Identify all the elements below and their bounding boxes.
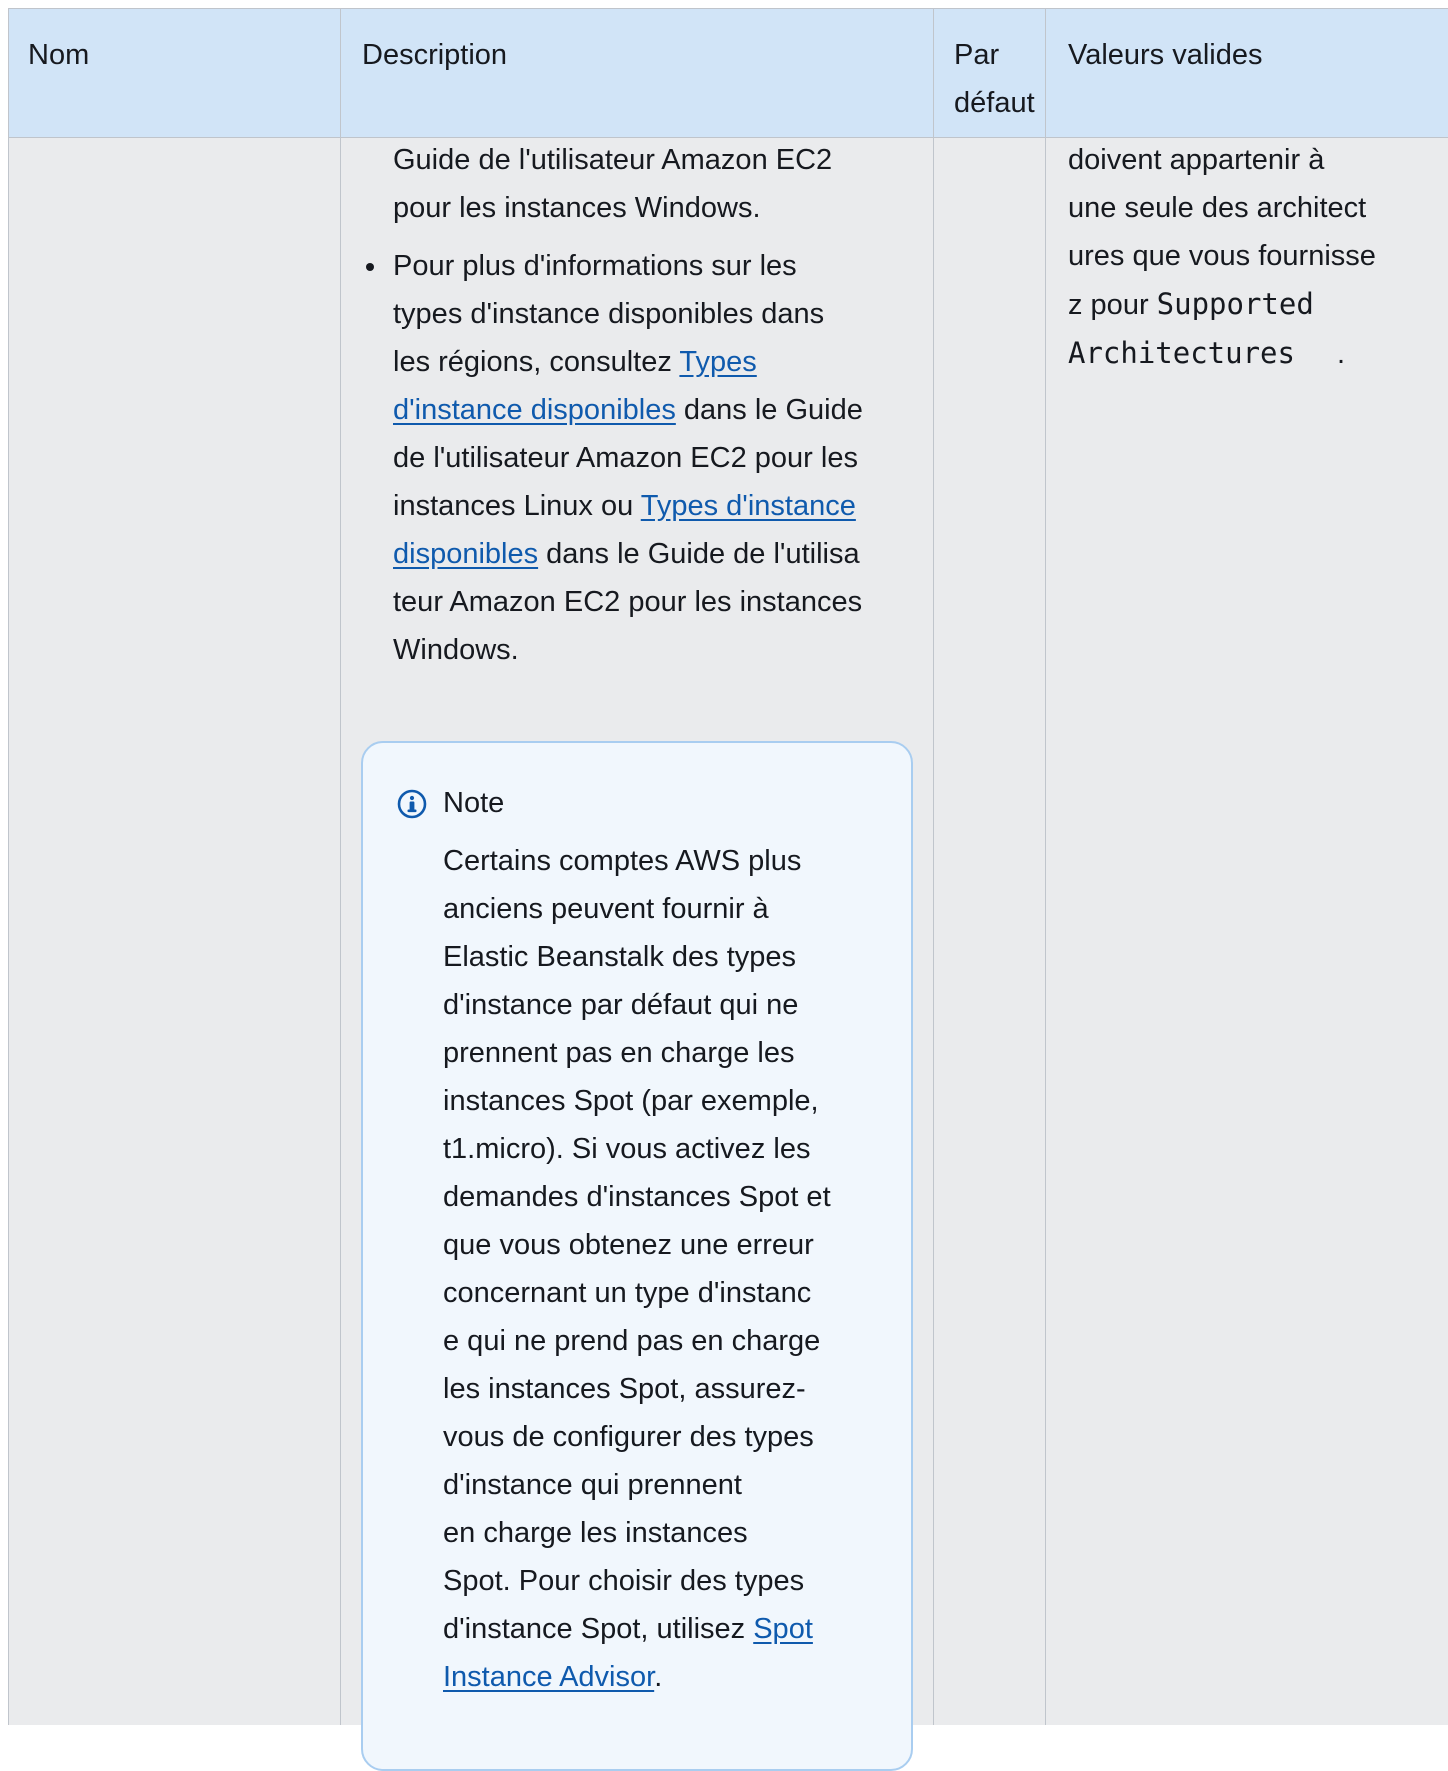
note-title: Note: [443, 787, 505, 819]
types-instance-link[interactable]: d'instance disponibles: [393, 394, 676, 426]
valid-values-cell: doivent appartenir à une seule des archi…: [1068, 144, 1376, 370]
header-nom: Nom: [28, 39, 90, 71]
list-item: Pour plus d'informations sur les types d…: [366, 242, 923, 674]
column-divider: [340, 8, 341, 1725]
description-text: pour les instances Windows.: [393, 192, 761, 224]
types-instance-link[interactable]: Types: [679, 346, 756, 378]
types-instance-windows-link[interactable]: Types d'instance: [641, 490, 856, 522]
column-divider: [8, 8, 9, 1725]
description-text: Guide de l'utilisateur Amazon EC2: [393, 144, 833, 176]
supported-architectures-code: Architectures: [1068, 336, 1295, 370]
note-callout: Note Certains comptes AWS plus anciens p…: [361, 741, 913, 1771]
parameters-table: Nom Description Par défaut Valeurs valid…: [8, 8, 1448, 1771]
types-instance-windows-link[interactable]: disponibles: [393, 538, 538, 570]
table-header: Nom Description Par défaut Valeurs valid…: [8, 8, 1448, 138]
header-default: Par défaut: [954, 39, 1035, 119]
column-divider: [933, 8, 934, 1725]
description-cell: Guide de l'utilisateur Amazon EC2 pour l…: [366, 136, 923, 674]
header-valid-values: Valeurs valides: [1068, 39, 1263, 71]
spot-instance-advisor-link[interactable]: Spot: [753, 1613, 813, 1645]
spot-instance-advisor-link[interactable]: Instance Advisor: [443, 1661, 654, 1693]
bullet-icon: [366, 263, 374, 271]
info-icon: [397, 789, 427, 819]
supported-architectures-code: Supported: [1156, 287, 1314, 321]
header-description: Description: [362, 39, 508, 71]
note-body: Certains comptes AWS plus anciens peuven…: [443, 845, 831, 1693]
column-divider: [1045, 8, 1046, 1725]
